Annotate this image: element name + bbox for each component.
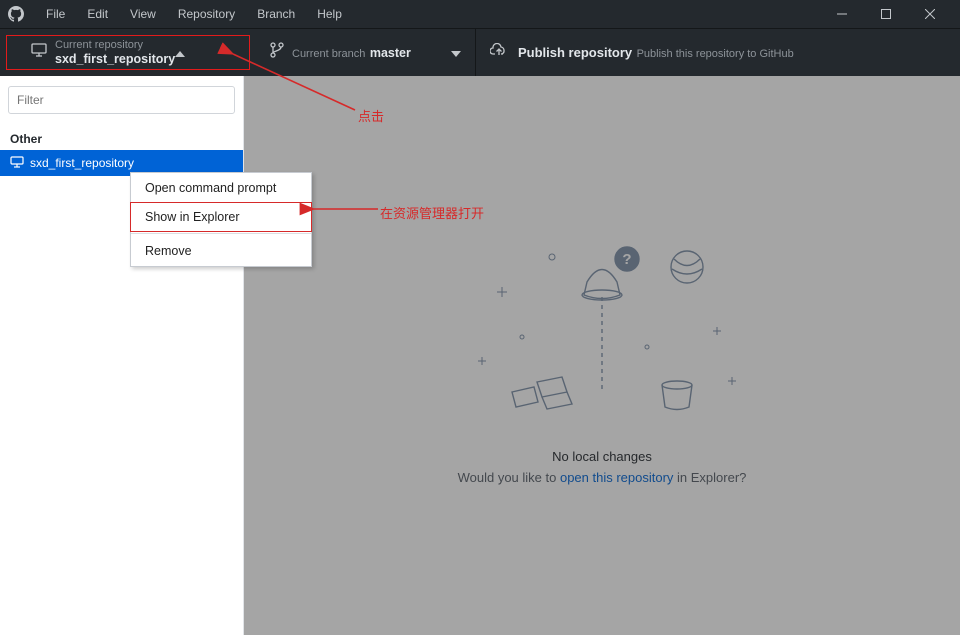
- context-menu: Open command prompt Show in Explorer Rem…: [130, 172, 312, 267]
- sidebar-section-other: Other: [0, 124, 243, 150]
- publish-title: Publish repository: [518, 45, 632, 60]
- chevron-down-icon: [451, 44, 461, 62]
- repo-dropdown-value: sxd_first_repository: [55, 52, 175, 66]
- github-logo-icon: [8, 6, 24, 22]
- cloud-upload-icon: [490, 43, 508, 62]
- menu-branch[interactable]: Branch: [247, 3, 305, 25]
- ctx-remove[interactable]: Remove: [131, 236, 311, 266]
- monitor-icon: [31, 43, 47, 62]
- menu-view[interactable]: View: [120, 3, 166, 25]
- main-panel: ?: [244, 76, 960, 635]
- menu-repository[interactable]: Repository: [168, 3, 245, 25]
- monitor-icon: [10, 156, 24, 171]
- publish-repository-button[interactable]: Publish repository Publish this reposito…: [476, 29, 960, 76]
- filter-input[interactable]: [8, 86, 235, 114]
- chevron-up-icon: [175, 44, 185, 62]
- menu-file[interactable]: File: [36, 3, 75, 25]
- publish-sub: Publish this repository to GitHub: [637, 48, 794, 60]
- ctx-show-in-explorer[interactable]: Show in Explorer: [130, 202, 312, 232]
- ctx-separator: [131, 233, 311, 234]
- repo-dropdown-label: Current repository: [55, 39, 175, 52]
- repository-sidebar: Other sxd_first_repository: [0, 76, 244, 635]
- ctx-open-command-prompt[interactable]: Open command prompt: [131, 173, 311, 203]
- menu-bar: File Edit View Repository Branch Help: [36, 3, 352, 25]
- title-bar: File Edit View Repository Branch Help: [0, 0, 960, 28]
- annotation-arrow-1: [225, 48, 365, 118]
- current-repository-dropdown[interactable]: Current repository sxd_first_repository: [6, 35, 250, 70]
- branch-dropdown-value: master: [370, 46, 411, 60]
- annotation-click: 点击: [358, 106, 384, 125]
- annotation-open-explorer: 在资源管理器打开: [380, 203, 484, 222]
- close-button[interactable]: [908, 0, 952, 28]
- minimize-button[interactable]: [820, 0, 864, 28]
- menu-help[interactable]: Help: [307, 3, 352, 25]
- sidebar-repo-name: sxd_first_repository: [30, 156, 134, 170]
- menu-edit[interactable]: Edit: [77, 3, 118, 25]
- annotation-arrow-2: [308, 203, 383, 215]
- maximize-button[interactable]: [864, 0, 908, 28]
- toolbar: Current repository sxd_first_repository …: [0, 28, 960, 76]
- dim-overlay: [244, 76, 960, 635]
